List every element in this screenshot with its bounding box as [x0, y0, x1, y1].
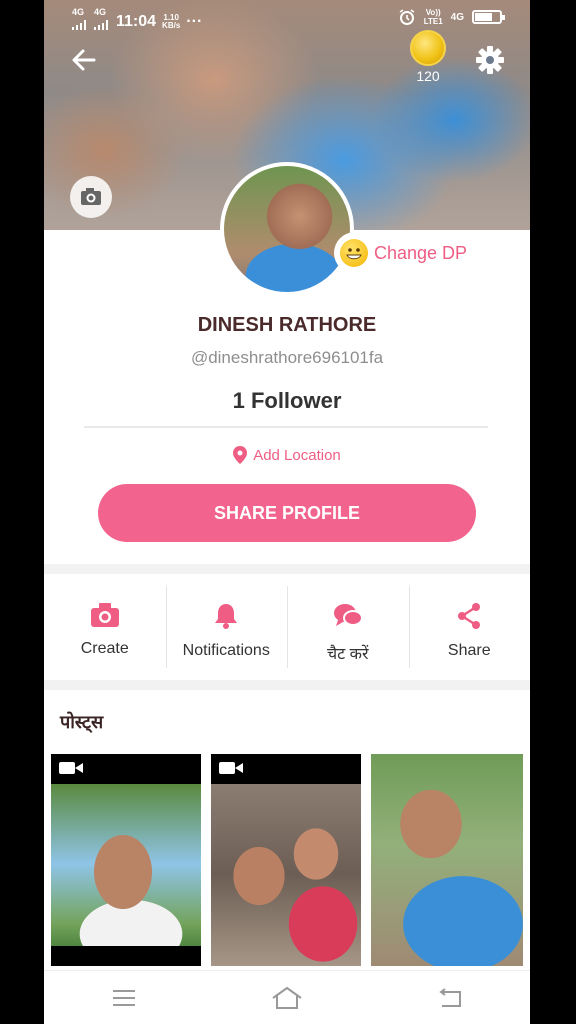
network-label-1: 4G — [72, 7, 85, 17]
profile-handle: @dineshrathore696101fa — [190, 348, 384, 367]
avatar[interactable] — [220, 162, 354, 296]
post-thumbnail[interactable] — [371, 754, 523, 966]
post-thumbnail[interactable] — [211, 754, 361, 966]
coin-icon[interactable] — [410, 30, 446, 66]
add-location-link[interactable]: Add Location — [44, 446, 530, 464]
menu-icon[interactable] — [110, 986, 138, 1010]
system-nav-bar — [44, 970, 530, 1024]
video-icon — [59, 762, 83, 774]
battery-icon — [472, 10, 505, 24]
network-label-2: 4G — [94, 7, 107, 17]
action-chat[interactable]: चैट करें — [287, 574, 409, 680]
action-notifications[interactable]: Notifications — [165, 574, 288, 680]
share-profile-button[interactable]: SHARE PROFILE — [98, 484, 476, 542]
volte-label: Vo)) — [425, 8, 441, 17]
home-icon[interactable] — [270, 985, 304, 1011]
more-notifications: ··· — [186, 12, 203, 30]
divider — [84, 426, 488, 428]
gear-icon — [476, 46, 504, 74]
change-cover-button[interactable] — [70, 176, 112, 218]
smiley-icon — [340, 239, 368, 267]
smiley-face-icon — [346, 248, 362, 260]
signal-group-2: 4G — [94, 8, 110, 35]
signal-icon — [94, 20, 108, 30]
action-label: Create — [80, 640, 129, 657]
action-label: Share — [447, 642, 491, 659]
camera-icon — [81, 188, 101, 205]
change-dp-label: Change DP — [374, 242, 468, 263]
app-screen: 4G 4G 11:04 1.10 KB/s ··· Vo)) LTE1 4G 1… — [44, 0, 530, 1024]
network-speed: 1.10 KB/s — [162, 13, 181, 30]
bell-icon — [215, 604, 238, 629]
location-pin-icon — [233, 446, 248, 464]
post-thumbnail[interactable] — [51, 754, 201, 966]
chat-icon — [333, 604, 363, 626]
network-4g-label: 4G — [450, 11, 464, 23]
speed-unit: KB/s — [162, 20, 181, 30]
status-left: 4G 4G 11:04 1.10 KB/s ··· — [72, 8, 202, 35]
follower-count[interactable]: 1 Follower — [44, 388, 530, 414]
share-icon — [458, 603, 481, 629]
back-nav-icon[interactable] — [436, 986, 464, 1010]
clock: 11:04 — [116, 12, 157, 30]
change-dp-button[interactable]: Change DP — [334, 232, 480, 274]
video-icon — [219, 762, 243, 774]
status-bar: 4G 4G 11:04 1.10 KB/s ··· Vo)) LTE1 4G — [44, 0, 530, 34]
arrow-left-icon — [72, 49, 96, 71]
profile-name: DINESH RATHORE — [197, 314, 377, 336]
signal-icon — [72, 20, 86, 30]
lte-label: LTE1 — [423, 17, 443, 26]
volte-indicator: Vo)) LTE1 — [424, 8, 443, 26]
settings-button[interactable] — [470, 40, 510, 80]
battery-level — [475, 13, 492, 21]
alarm-icon — [399, 9, 415, 25]
signal-group-1: 4G — [72, 8, 88, 35]
action-create[interactable]: Create — [44, 574, 166, 680]
action-label: Notifications — [182, 642, 270, 659]
camera-icon — [90, 603, 119, 627]
action-label: चैट करें — [326, 646, 369, 663]
add-location-label: Add Location — [253, 446, 341, 464]
posts-section: पोस्ट्स — [44, 690, 530, 970]
action-bar: Create Notifications चैट करें Share — [44, 574, 530, 680]
coin-count: 120 — [416, 68, 440, 84]
action-share[interactable]: Share — [408, 574, 531, 680]
status-right: Vo)) LTE1 4G — [398, 8, 505, 26]
back-button[interactable] — [66, 42, 102, 78]
posts-title: पोस्ट्स — [60, 712, 104, 732]
